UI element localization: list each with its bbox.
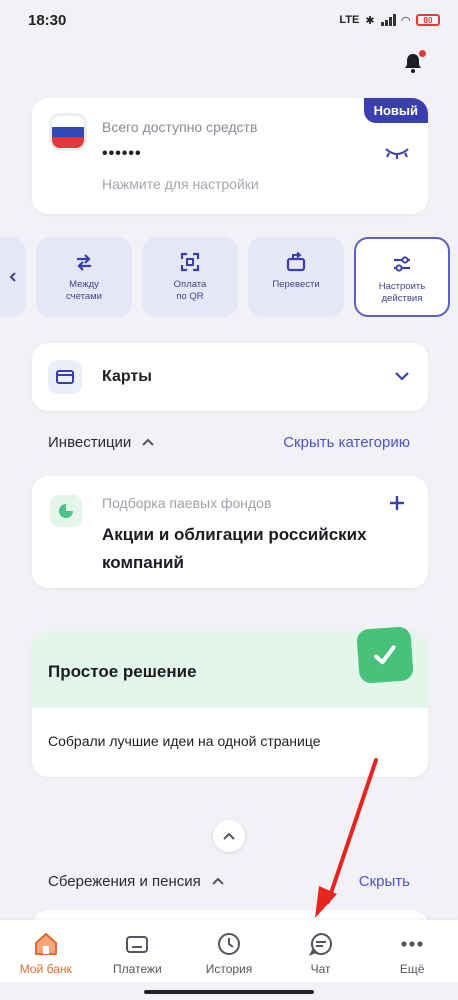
chevron-down-icon[interactable] [394,370,410,382]
simple-solution-card[interactable]: Простое решение Собрали лучшие идеи на о… [32,626,428,777]
nav-label: История [205,962,253,976]
notification-dot [419,50,426,57]
savings-header: Сбережения и пенсия Скрыть [48,869,410,893]
chevron-up-icon[interactable] [141,437,155,447]
status-bar: 18:30 LTE ✱ ◠ 80 [0,0,458,40]
action-label: Оплата по QR [173,279,207,302]
wallet-icon [126,936,149,953]
action-between-accounts[interactable]: Между счетами [36,237,132,317]
chat-bubble-icon [308,932,332,956]
scroll-up-button[interactable] [213,820,245,852]
action-label: Настроить действия [378,281,426,304]
cards-section[interactable]: Карты [32,343,428,411]
more-dots-icon [401,941,423,947]
fund-subtitle: Подборка паевых фондов [102,495,272,511]
simple-solution-text: Собрали лучшие идеи на одной странице [48,733,321,749]
nav-label: Чат [310,962,331,976]
transfer-icon [286,251,306,272]
investments-title: Инвестиции [48,433,132,451]
wifi-icon: ◠ [401,14,410,27]
plus-icon[interactable] [388,494,406,512]
nav-payments[interactable]: Платежи [97,930,177,976]
checkmark-icon [356,626,414,684]
signal-icon [380,14,396,26]
chevron-up-icon[interactable] [211,876,225,886]
notifications-bell-icon[interactable] [400,50,426,76]
sliders-icon [394,256,410,272]
fund-title: Акции и облигации российских компаний [102,525,367,572]
cards-label: Карты [102,368,152,385]
nav-label: Платежи [113,962,162,976]
clock-icon [217,933,240,955]
nav-label: Мой банк [19,962,72,976]
quick-actions-row: Между счетами Оплата по QR Перевести Нас… [0,237,458,317]
network-label: LTE [339,14,360,26]
russia-flag-icon [52,116,84,148]
action-label: Перевести [272,279,320,290]
balance-card[interactable]: Новый Всего доступно средств •••••• Нажм… [32,98,428,214]
battery-icon: 80 [416,14,440,26]
quick-action-partial[interactable] [0,237,26,317]
fund-selection-card[interactable]: Подборка паевых фондов Акции и облигации… [32,476,428,588]
balance-hint: Нажмите для настройки [102,176,259,192]
action-label: Между счетами [66,279,102,302]
qr-scan-icon [180,252,200,272]
action-customize[interactable]: Настроить действия [354,237,450,317]
balance-value: •••••• [102,145,142,162]
action-pay-qr[interactable]: Оплата по QR [142,237,238,317]
savings-title: Сбережения и пенсия [48,872,201,890]
nav-label: Ещё [399,962,425,976]
action-transfer[interactable]: Перевести [248,237,344,317]
hide-savings-link[interactable]: Скрыть [359,873,410,890]
status-time: 18:30 [28,11,67,29]
hidden-eye-icon[interactable] [384,146,410,160]
home-indicator[interactable] [144,990,314,994]
nav-chat[interactable]: Чат [281,930,361,976]
balance-label: Всего доступно средств [102,119,258,135]
nav-more[interactable]: Ещё [372,930,452,976]
pie-chart-icon [50,495,82,527]
nav-history[interactable]: История [189,930,269,976]
card-icon [48,360,82,394]
hide-category-link[interactable]: Скрыть категорию [283,434,410,451]
home-icon [34,933,57,955]
nav-my-bank[interactable]: Мой банк [6,930,86,976]
arrows-swap-icon [77,254,91,271]
new-badge: Новый [363,98,428,123]
status-icons: LTE ✱ ◠ 80 [339,14,440,27]
investments-header: Инвестиции Скрыть категорию [48,430,410,454]
bluetooth-icon: ✱ [365,14,375,27]
bottom-navigation: Мой банк Платежи История Чат Ещё [0,920,458,982]
simple-solution-title: Простое решение [48,662,197,681]
